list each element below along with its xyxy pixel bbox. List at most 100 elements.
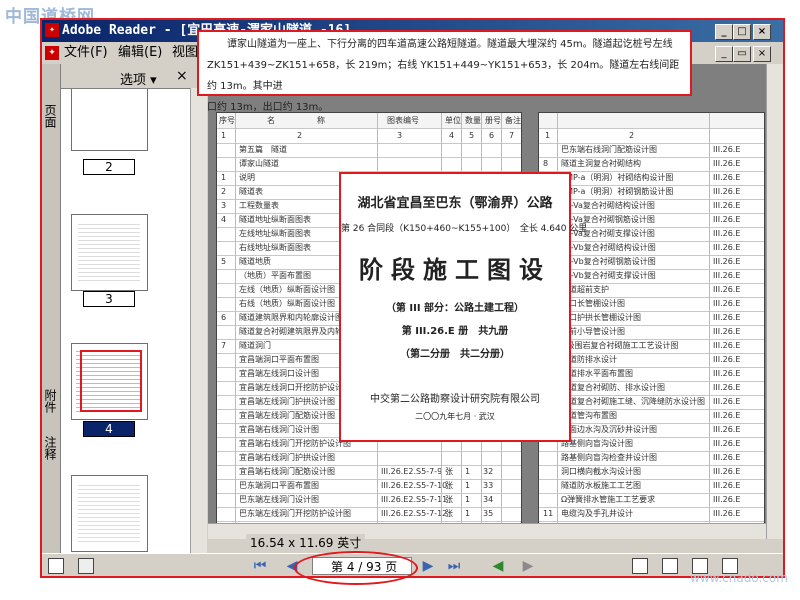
thumbnail-page-5[interactable] — [71, 475, 148, 552]
table-cell: 2 — [221, 187, 227, 196]
cover-main-title: 阶段施工图设 — [359, 255, 551, 284]
table-cell: III.26.E — [713, 313, 741, 322]
options-menu[interactable]: 选项 ▾ — [120, 69, 157, 88]
cover-subtitle: 第 26 合同段（K150+460~K155+100） 全长 4.640 公里 — [341, 224, 588, 234]
tab-pages[interactable]: 页面 — [43, 104, 59, 128]
table-cell: 35 — [483, 509, 494, 518]
table-cell: III.26.E — [713, 299, 741, 308]
table-row: 巴东端右线洞门配筋设计图 III.26.E — [539, 143, 764, 158]
table-cell: III.26.E — [713, 257, 741, 266]
table-row: 超前小导管设计图 III.26.E — [539, 325, 764, 340]
document-scrollbar[interactable] — [766, 64, 783, 539]
table-row: Ⅴ级围岩复合衬砌施工工艺设计图 III.26.E — [539, 339, 764, 354]
table-cell: III.26.E — [713, 145, 741, 154]
table-row: 隧道超前支护 III.26.E — [539, 283, 764, 298]
table-cell: III.26.E — [713, 285, 741, 294]
tab-attachments[interactable]: 附件 — [43, 389, 59, 413]
page-layout-icon[interactable] — [78, 558, 94, 574]
table-cell: 宜昌端左线洞门配筋设计图 — [239, 411, 335, 420]
thumbnail-list[interactable]: 2 3 4 — [60, 88, 192, 556]
thumbnail-label: 3 — [83, 291, 135, 307]
menu-edit[interactable]: 编辑(E) — [118, 42, 162, 64]
panel-tabs: 页面 附件 注释 — [42, 64, 61, 554]
doc-minimize-button[interactable]: _ — [715, 46, 733, 62]
table-cell: 电缆沟及手孔井设计 — [561, 509, 633, 518]
table-cell: 工程数量表 — [239, 201, 279, 210]
thumbnail-scrollbar[interactable] — [190, 88, 207, 554]
table-cell: 巴东端右线洞门配筋设计图 — [561, 145, 657, 154]
table-cell: 宜昌端左线洞门护拱设计图 — [239, 397, 335, 406]
table-row: 宜昌端右线洞门护拱设计图 — [217, 451, 521, 466]
last-page-icon[interactable]: ⏭ — [446, 558, 462, 574]
go-forward-icon[interactable]: ▶ — [520, 558, 536, 574]
table-cell: III.26.E — [713, 439, 741, 448]
table-index-row: 1 2 3 4 5 6 7 — [217, 128, 521, 144]
thumbnail-page-2[interactable] — [71, 89, 148, 151]
table-row: 8 隧道主洞复合衬砌结构 III.26.E — [539, 157, 764, 172]
panel-close-icon[interactable]: × — [176, 68, 188, 84]
table-cell: （地质）平面布置图 — [239, 271, 311, 280]
table-cell: 宜昌端右线洞门护拱设计图 — [239, 453, 335, 462]
table-row: 路基侧向盲沟检查井设计图 III.26.E — [539, 451, 764, 466]
table-cell: 1 — [465, 467, 471, 476]
table-cell: SP-Va复合衬砌结构设计图 — [561, 201, 655, 210]
doc-restore-button[interactable]: ▭ — [733, 46, 751, 62]
callout-line: 谭家山隧道为一座上、下行分离的四车道高速公路短隧道。隧道最大埋深约 45m。隧道… — [227, 39, 673, 50]
callout-line: 口约 13m，出口约 13m。 — [207, 102, 329, 113]
table-cell: 路基侧向盲沟检查井设计图 — [561, 453, 657, 462]
next-page-icon[interactable]: ▶ — [420, 558, 436, 574]
table-cell: 宜昌端左线洞口开挖防护设计图 — [239, 383, 351, 392]
thumbnail-page-3[interactable] — [71, 214, 148, 291]
first-page-icon[interactable]: ⏮ — [252, 558, 268, 574]
table-cell: SP-Vb复合衬砌钢筋设计图 — [561, 257, 656, 266]
table-row: 巴东端左线洞门开挖防护设计图 III.26.E2.S5-7-12 张 1 35 — [217, 507, 521, 522]
table-cell: 宜昌端左线洞口设计图 — [239, 369, 319, 378]
table-row: 隧道管沟布置图 III.26.E — [539, 409, 764, 424]
table-row: 宜昌端右线洞门配筋设计图 III.26.E2.S5-7-9 张 1 32 — [217, 465, 521, 480]
table-cell: III.26.E — [713, 369, 741, 378]
menu-file[interactable]: 文件(F) — [64, 42, 108, 64]
table-cell: III.26.E — [713, 159, 741, 168]
table-cell: 宜昌端右线洞门开挖防护设计图 — [239, 439, 351, 448]
table-cell: 右线地址纵断面图表 — [239, 243, 311, 252]
viewport-indicator[interactable] — [80, 350, 142, 412]
table-cell: 张 — [445, 467, 453, 476]
cover-date: 二〇〇九年七月 · 武汉 — [415, 412, 495, 421]
thumbnail-page-4[interactable] — [71, 343, 148, 420]
table-cell: 1 — [465, 495, 471, 504]
tab-comments[interactable]: 注释 — [43, 436, 59, 460]
adobe-reader-icon: ✦ — [45, 23, 59, 37]
table-cell: 巴东端左线洞门开挖防护设计图 — [239, 509, 351, 518]
table-cell: III.26.E — [713, 341, 741, 350]
thumbnail-label: 2 — [83, 159, 135, 175]
continuous-icon[interactable] — [662, 558, 678, 574]
table-cell: III.26.E2.S5-7-12 — [381, 509, 448, 518]
go-back-icon[interactable]: ◀ — [490, 558, 506, 574]
table-row: 第五篇 隧道 — [217, 143, 521, 158]
doc-close-button[interactable]: × — [753, 46, 771, 62]
table-cell: 隧道复合衬砌施工缝、沉降缝防水设计图 — [561, 397, 705, 406]
table-row: 路基侧向盲沟设计图 III.26.E — [539, 437, 764, 452]
page-indicator-highlight — [294, 551, 418, 585]
table-cell: III.26.E — [713, 481, 741, 490]
minimize-button[interactable]: _ — [715, 24, 733, 40]
table-row: SMP-a（明洞）衬砌结构设计图 III.26.E — [539, 171, 764, 186]
table-cell: 隧道复合衬砌防、排水设计图 — [561, 383, 665, 392]
table-cell: 宜昌端右线洞门配筋设计图 — [239, 467, 335, 476]
close-button[interactable]: × — [753, 24, 771, 40]
page-view-icon[interactable] — [48, 558, 64, 574]
table-cell: 1 — [221, 173, 227, 182]
table-row: 隧道排水平面布置图 III.26.E — [539, 367, 764, 382]
table-row: SP-Vb复合衬砌钢筋设计图 III.26.E — [539, 255, 764, 270]
single-page-icon[interactable] — [632, 558, 648, 574]
table-cell: III.26.E — [713, 327, 741, 336]
table-cell: 说明 — [239, 173, 255, 182]
maximize-button[interactable]: □ — [733, 24, 751, 40]
table-row: 洞口护拱长管棚设计图 III.26.E — [539, 311, 764, 326]
table-cell: 32 — [483, 467, 494, 476]
table-cell: 张 — [445, 481, 453, 490]
cover-page-callout: 湖北省宜昌至巴东（鄂渝界）公路 第 26 合同段（K150+460~K155+1… — [339, 172, 588, 442]
table-row: 巴东端洞口平面布置图 III.26.E2.S5-7-10 张 1 33 — [217, 479, 521, 494]
table-cell: III.26.E — [713, 229, 741, 238]
table-cell: III.26.E — [713, 271, 741, 280]
